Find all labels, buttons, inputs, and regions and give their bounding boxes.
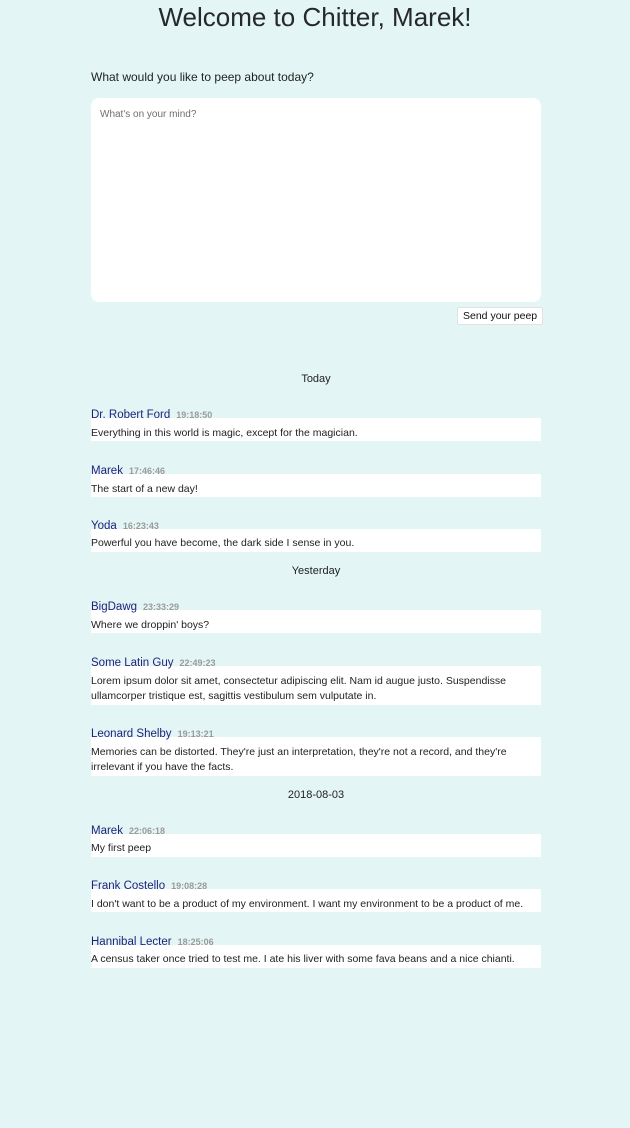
peep-text: Powerful you have become, the dark side … bbox=[91, 537, 355, 549]
peep-item: BigDawg 23:33:29 Where we droppin' boys? bbox=[91, 601, 541, 633]
peep-time: 19:18:50 bbox=[176, 410, 213, 420]
page-title: Welcome to Chitter, Marek! bbox=[158, 2, 472, 32]
composer-prompt: What would you like to peep about today? bbox=[91, 70, 314, 84]
peep-text: Lorem ipsum dolor sit amet, consectetur … bbox=[91, 675, 506, 702]
peep-author: Hannibal Lecter bbox=[91, 936, 172, 948]
peep-input[interactable] bbox=[91, 98, 541, 302]
send-peep-button[interactable]: Send your peep bbox=[457, 307, 544, 325]
peep-header: Hannibal Lecter 18:25:06 bbox=[91, 936, 214, 948]
peep-author: Marek bbox=[91, 825, 123, 837]
peep-author: Marek bbox=[91, 465, 123, 477]
peep-time: 18:25:06 bbox=[177, 937, 214, 947]
peep-author: Leonard Shelby bbox=[91, 728, 172, 740]
peep-time: 16:23:43 bbox=[122, 521, 159, 531]
peep-header: Leonard Shelby 19:13:21 bbox=[91, 728, 214, 740]
peep-item: Frank Costello 19:08:28 I don't want to b… bbox=[91, 880, 541, 912]
peep-header: Marek 22:06:18 bbox=[91, 825, 165, 837]
day-label-date: 2018-08-03 bbox=[287, 789, 345, 801]
peep-time: 17:46:46 bbox=[128, 466, 165, 476]
peep-time: 23:33:29 bbox=[143, 602, 180, 612]
peep-item: Yoda 16:23:43 Powerful you have become, t… bbox=[91, 520, 541, 552]
peep-author: Frank Costello bbox=[91, 880, 166, 892]
peep-header: Dr. Robert Ford 19:18:50 bbox=[91, 409, 212, 421]
peep-author: Dr. Robert Ford bbox=[91, 409, 171, 421]
peep-author: Yoda bbox=[91, 520, 117, 532]
peep-author: Some Latin Guy bbox=[91, 657, 174, 669]
peep-item: Dr. Robert Ford 19:18:50 Everything in th… bbox=[91, 409, 541, 441]
day-label-yesterday: Yesterday bbox=[291, 565, 341, 577]
peep-time: 19:08:28 bbox=[171, 881, 208, 891]
peep-text: A census taker once tried to test me. I … bbox=[91, 953, 515, 965]
peep-item: Marek 17:46:46 The start of a new day! bbox=[91, 465, 541, 497]
peep-header: Frank Costello 19:08:28 bbox=[91, 880, 207, 892]
peep-text: Where we droppin' boys? bbox=[91, 619, 210, 631]
peep-time: 22:49:23 bbox=[179, 658, 216, 668]
day-label-today: Today bbox=[301, 373, 331, 385]
peep-text: I don't want to be a product of my envir… bbox=[91, 898, 524, 910]
peep-text: The start of a new day! bbox=[91, 483, 198, 495]
peep-header: Yoda 16:23:43 bbox=[91, 520, 159, 532]
peep-item: Some Latin Guy 22:49:23 Lorem ipsum dolor… bbox=[91, 657, 541, 705]
peep-header: BigDawg 23:33:29 bbox=[91, 601, 179, 613]
peep-item: Marek 22:06:18 My first peep bbox=[91, 825, 541, 857]
peep-text: Everything in this world is magic, excep… bbox=[91, 427, 358, 439]
peep-header: Some Latin Guy 22:49:23 bbox=[91, 657, 216, 669]
peep-text: My first peep bbox=[91, 842, 152, 854]
peep-time: 22:06:18 bbox=[128, 826, 165, 836]
peep-time: 19:13:21 bbox=[177, 729, 214, 739]
peep-header: Marek 17:46:46 bbox=[91, 465, 165, 477]
peep-item: Hannibal Lecter 18:25:06 A census taker o… bbox=[91, 936, 541, 968]
peep-text: Memories can be distorted. They're just … bbox=[91, 746, 507, 773]
peep-item: Leonard Shelby 19:13:21 Memories can be d… bbox=[91, 728, 541, 776]
peep-author: BigDawg bbox=[91, 601, 138, 613]
